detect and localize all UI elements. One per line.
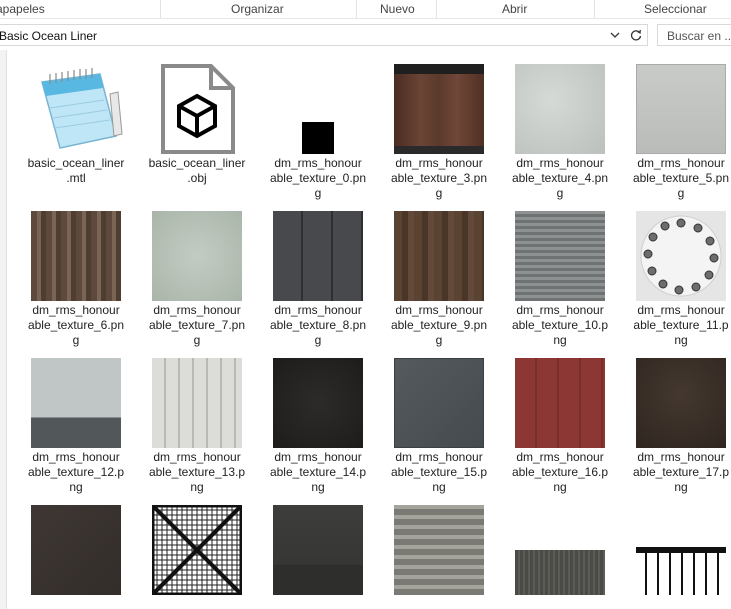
file-item[interactable]: dm_rms_honour able_texture_11.p ng (626, 209, 731, 349)
file-item[interactable]: dm_rms_honour able_texture_15.p ng (384, 356, 494, 496)
file-name: basic_ocean_liner .obj (148, 156, 246, 185)
file-name: dm_rms_honour able_texture_8.pn g (269, 303, 367, 347)
file-item[interactable]: dm_rms_honour able_texture_13.p ng (142, 356, 252, 496)
file-item[interactable]: dm_rms_honour able_texture_9.pn g (384, 209, 494, 349)
texture-thumbnail (636, 211, 726, 301)
texture-thumbnail (394, 211, 484, 301)
file-item[interactable]: dm_rms_honour able_texture_16.p ng (505, 356, 615, 496)
address-path: Basic Ocean Liner (0, 29, 98, 43)
file-item[interactable]: dm_rms_honour able_texture_4.pn g (505, 62, 615, 202)
file-name: dm_rms_honour able_texture_0.pn g (269, 156, 367, 200)
texture-thumbnail (31, 505, 121, 595)
chevron-down-icon[interactable] (607, 28, 623, 42)
file-name: dm_rms_honour able_texture_7.pn g (148, 303, 246, 347)
file-name: dm_rms_honour able_texture_12.p ng (27, 450, 125, 494)
texture-thumbnail (273, 211, 363, 301)
texture-thumbnail (636, 64, 726, 154)
ribbon-open-label[interactable]: Abrir (502, 2, 527, 16)
ribbon-organize-label[interactable]: Organizar (231, 2, 284, 16)
file-name: dm_rms_honour able_texture_15.p ng (390, 450, 488, 494)
file-item[interactable] (263, 503, 373, 609)
notepad-icon (28, 64, 124, 152)
file-name: dm_rms_honour able_texture_13.p ng (148, 450, 246, 494)
texture-thumbnail (515, 211, 605, 301)
file-item[interactable]: dm_rms_honour able_texture_14.p ng (263, 356, 373, 496)
texture-thumbnail (302, 122, 334, 154)
ribbon-select-label[interactable]: Seleccionar (644, 2, 707, 16)
address-bar[interactable]: Basic Ocean Liner (0, 24, 648, 46)
ribbon-divider (356, 0, 357, 18)
file-item[interactable] (384, 503, 494, 609)
file-item[interactable] (21, 503, 131, 609)
file-item[interactable] (626, 503, 731, 609)
address-bar-row: Basic Ocean Liner Buscar en ... (0, 22, 731, 50)
file-name: basic_ocean_liner .mtl (27, 156, 125, 185)
texture-thumbnail (394, 64, 484, 154)
texture-thumbnail (636, 358, 726, 448)
file-item[interactable]: dm_rms_honour able_texture_12.p ng (21, 356, 131, 496)
ribbon-divider (436, 0, 437, 18)
texture-thumbnail (636, 547, 726, 595)
file-name: dm_rms_honour able_texture_4.pn g (511, 156, 609, 200)
search-input[interactable]: Buscar en ... (657, 24, 731, 46)
texture-thumbnail (394, 358, 484, 448)
file-item[interactable]: dm_rms_honour able_texture_5.pn g (626, 62, 731, 202)
file-name: dm_rms_honour able_texture_9.pn g (390, 303, 488, 347)
texture-thumbnail (31, 211, 121, 301)
3d-object-file-icon (157, 62, 237, 156)
texture-thumbnail (273, 358, 363, 448)
search-placeholder: Buscar en ... (667, 29, 731, 43)
file-item[interactable]: basic_ocean_liner .obj (142, 62, 252, 202)
file-name: dm_rms_honour able_texture_10.p ng (511, 303, 609, 347)
file-name: dm_rms_honour able_texture_11.p ng (633, 303, 729, 347)
file-item[interactable]: dm_rms_honour able_texture_17.p ng (626, 356, 731, 496)
file-item[interactable]: basic_ocean_liner .mtl (21, 62, 131, 202)
texture-thumbnail (515, 64, 605, 154)
ribbon-divider (594, 0, 595, 18)
file-item[interactable]: dm_rms_honour able_texture_6.pn g (21, 209, 131, 349)
navigation-pane-edge (0, 50, 7, 609)
file-item[interactable]: dm_rms_honour able_texture_3.pn g (384, 62, 494, 202)
texture-thumbnail (273, 505, 363, 595)
ribbon-divider (160, 0, 161, 18)
texture-thumbnail (152, 358, 242, 448)
file-name: dm_rms_honour able_texture_3.pn g (390, 156, 488, 200)
texture-thumbnail (31, 358, 121, 448)
file-name: dm_rms_honour able_texture_17.p ng (632, 450, 730, 494)
file-item[interactable]: dm_rms_honour able_texture_10.p ng (505, 209, 615, 349)
ribbon-new-label[interactable]: Nuevo (380, 2, 415, 16)
file-item[interactable]: dm_rms_honour able_texture_8.pn g (263, 209, 373, 349)
file-name: dm_rms_honour able_texture_5.pn g (632, 156, 730, 200)
ribbon-clipboard-label[interactable]: apapeles (0, 2, 45, 16)
file-item[interactable]: dm_rms_honour able_texture_7.pn g (142, 209, 252, 349)
file-name: dm_rms_honour able_texture_14.p ng (269, 450, 367, 494)
texture-thumbnail (394, 505, 484, 595)
texture-thumbnail (515, 358, 605, 448)
texture-thumbnail (150, 503, 244, 597)
file-name: dm_rms_honour able_texture_6.pn g (27, 303, 125, 347)
refresh-icon[interactable] (628, 28, 644, 42)
texture-thumbnail (152, 211, 242, 301)
ribbon-bar: apapeles Organizar Nuevo Abrir Seleccion… (0, 0, 731, 19)
file-name: dm_rms_honour able_texture_16.p ng (511, 450, 609, 494)
file-item[interactable]: dm_rms_honour able_texture_0.pn g (263, 62, 373, 202)
file-item[interactable] (505, 503, 615, 609)
file-item[interactable] (142, 503, 252, 609)
texture-thumbnail (515, 550, 605, 595)
